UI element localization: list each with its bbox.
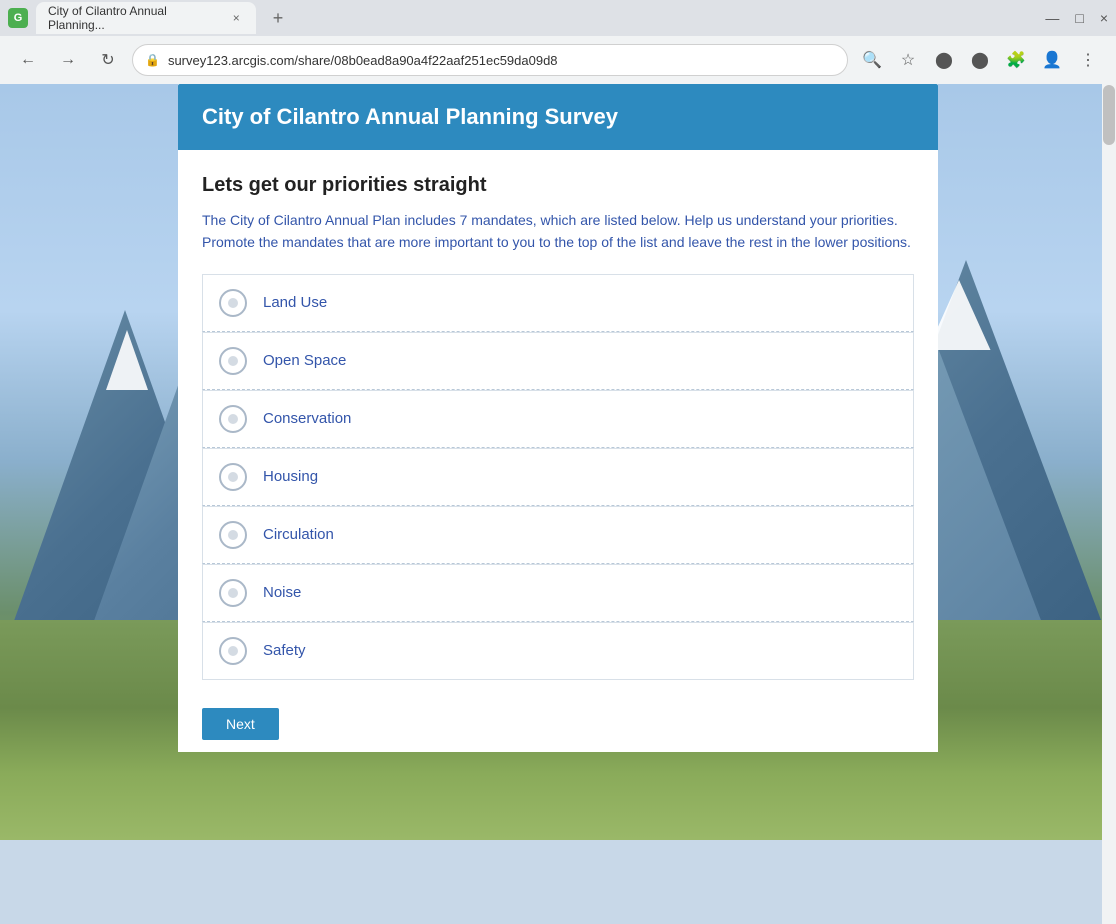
bookmark-icon[interactable]: ☆ <box>892 44 924 76</box>
scrollbar-thumb[interactable] <box>1103 85 1115 145</box>
drag-handle-inner-safety <box>228 646 238 656</box>
drag-handle-inner-open-space <box>228 356 238 366</box>
item-label-open-space: Open Space <box>263 352 346 369</box>
drag-handle-inner-housing <box>228 472 238 482</box>
survey-header: City of Cilantro Annual Planning Survey <box>178 84 938 150</box>
nav-right-icons: 🔍 ☆ ⬤ ⬤ 🧩 👤 ⋮ <box>856 44 1104 76</box>
extensions-puzzle-icon[interactable]: 🧩 <box>1000 44 1032 76</box>
lock-icon: 🔒 <box>145 53 160 67</box>
drag-handle-safety[interactable] <box>219 637 247 665</box>
tab-title: City of Cilantro Annual Planning... <box>48 4 221 32</box>
account-icon[interactable]: 👤 <box>1036 44 1068 76</box>
next-button-area: Next <box>178 696 938 752</box>
window-controls: — □ × <box>1045 10 1108 26</box>
drag-handle-open-space[interactable] <box>219 347 247 375</box>
survey-body: Lets get our priorities straight The Cit… <box>178 150 938 696</box>
search-icon[interactable]: 🔍 <box>856 44 888 76</box>
ranking-item-housing[interactable]: Housing <box>202 448 914 506</box>
reload-button[interactable]: ↻ <box>92 44 124 76</box>
drag-handle-circulation[interactable] <box>219 521 247 549</box>
item-label-housing: Housing <box>263 468 318 485</box>
close-button[interactable]: × <box>1100 10 1108 26</box>
survey-container: City of Cilantro Annual Planning Survey … <box>178 84 938 752</box>
item-label-land-use: Land Use <box>263 294 327 311</box>
drag-handle-conservation[interactable] <box>219 405 247 433</box>
item-label-safety: Safety <box>263 642 306 659</box>
drag-handle-land-use[interactable] <box>219 289 247 317</box>
browser-tab[interactable]: City of Cilantro Annual Planning... × <box>36 2 256 34</box>
minimize-button[interactable]: — <box>1045 10 1059 26</box>
drag-handle-inner-circulation <box>228 530 238 540</box>
section-description: The City of Cilantro Annual Plan include… <box>202 209 914 254</box>
new-tab-button[interactable]: + <box>264 4 292 32</box>
ranking-item-safety[interactable]: Safety <box>202 622 914 680</box>
ranking-list: Land Use Open Space Conservation Housing Cir… <box>202 274 914 680</box>
ranking-item-noise[interactable]: Noise <box>202 564 914 622</box>
back-button[interactable]: ← <box>12 44 44 76</box>
profile-icon[interactable]: ⬤ <box>964 44 996 76</box>
next-button[interactable]: Next <box>202 708 279 740</box>
nav-bar: ← → ↻ 🔒 survey123.arcgis.com/share/08b0e… <box>0 36 1116 84</box>
section-title: Lets get our priorities straight <box>202 174 914 197</box>
browser-chrome: G City of Cilantro Annual Planning... × … <box>0 0 1116 85</box>
item-label-circulation: Circulation <box>263 526 334 543</box>
scrollbar[interactable] <box>1102 84 1116 924</box>
title-bar: G City of Cilantro Annual Planning... × … <box>0 0 1116 36</box>
ranking-item-open-space[interactable]: Open Space <box>202 332 914 390</box>
address-bar[interactable]: 🔒 survey123.arcgis.com/share/08b0ead8a90… <box>132 44 848 76</box>
drag-handle-housing[interactable] <box>219 463 247 491</box>
ranking-item-conservation[interactable]: Conservation <box>202 390 914 448</box>
item-label-conservation: Conservation <box>263 410 351 427</box>
drag-handle-inner-noise <box>228 588 238 598</box>
forward-button[interactable]: → <box>52 44 84 76</box>
survey-title: City of Cilantro Annual Planning Survey <box>202 104 618 129</box>
item-label-noise: Noise <box>263 584 301 601</box>
browser-icon: G <box>8 8 28 28</box>
maximize-button[interactable]: □ <box>1075 10 1083 26</box>
url-text: survey123.arcgis.com/share/08b0ead8a90a4… <box>168 53 558 68</box>
ranking-item-land-use[interactable]: Land Use <box>202 274 914 332</box>
extensions-icon[interactable]: ⬤ <box>928 44 960 76</box>
drag-handle-inner-land-use <box>228 298 238 308</box>
drag-handle-inner-conservation <box>228 414 238 424</box>
drag-handle-noise[interactable] <box>219 579 247 607</box>
tab-close-button[interactable]: × <box>229 10 244 26</box>
ranking-item-circulation[interactable]: Circulation <box>202 506 914 564</box>
menu-icon[interactable]: ⋮ <box>1072 44 1104 76</box>
